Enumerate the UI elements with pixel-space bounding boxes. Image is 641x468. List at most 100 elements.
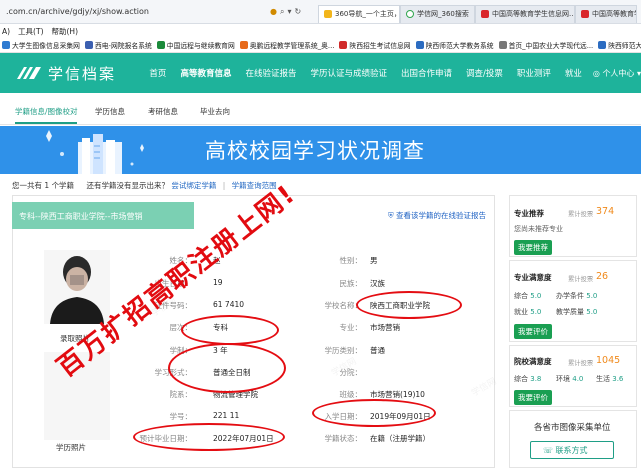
bind-record-link[interactable]: 尝试绑定学籍 xyxy=(171,181,216,190)
score-item: 办学条件 5.0 xyxy=(556,292,598,300)
favorite-item[interactable]: 陕西师范大学 xyxy=(598,40,641,50)
nav-home[interactable]: 首页 xyxy=(142,67,173,79)
tab-degree-info[interactable]: 学历信息 xyxy=(95,106,125,117)
nav-abroad[interactable]: 出国合作申请 xyxy=(394,67,459,79)
nav-higher-education[interactable]: 高等教育信息 xyxy=(173,67,238,79)
score-item: 综合 3.8 xyxy=(514,375,542,383)
recommend-button[interactable]: 我要推荐 xyxy=(514,240,552,255)
favorite-item[interactable]: 西电-网院报名系统 xyxy=(84,40,152,50)
verify-report-link[interactable]: ⛨ 查看该学籍的在线验证报告 xyxy=(388,210,486,221)
favorites-bar: 大学生图像信息采集网 西电-网院报名系统 中国远程与继续教育网 奥鹏远程教学管理… xyxy=(0,38,641,53)
user-center-menu[interactable]: ◎ 个人中心 ▾ xyxy=(593,68,641,79)
bookmark-icon xyxy=(498,41,507,49)
favorite-item[interactable]: 首页_中国农业大学现代远... xyxy=(498,40,593,50)
bookmark-icon xyxy=(156,41,165,49)
favorite-item[interactable]: 奥鹏远程教学管理系统_奥... xyxy=(239,40,334,50)
field-label-education-type: 学历类别： xyxy=(324,346,363,355)
bookmark-icon xyxy=(239,41,248,49)
chsi-icon xyxy=(581,10,589,18)
bookmark-icon xyxy=(2,41,10,49)
menu-item-tools[interactable]: 工具(T) xyxy=(18,26,43,37)
active-tab-indicator xyxy=(15,122,77,124)
record-summary: 您一共有 1 个学籍 还有学籍没有显示出来？ 尝试绑定学籍 | 学籍查询范围 xyxy=(12,181,277,190)
nav-online-report[interactable]: 在线验证报告 xyxy=(238,67,303,79)
nav-employment[interactable]: 就业 xyxy=(558,67,589,79)
school-satisfaction-count: 1045 xyxy=(596,355,621,366)
chsi-logo-icon xyxy=(17,67,41,79)
field-label-student-number: 学号： xyxy=(169,412,193,421)
record-header: 专科--陕西工商职业学院--市场营销 xyxy=(12,202,194,229)
refresh-icon[interactable]: ● xyxy=(270,7,277,16)
score-item: 生活 3.6 xyxy=(596,375,624,383)
main-nav: 首页 高等教育信息 在线验证报告 学历认证与成绩验证 出国合作申请 调查/投票 … xyxy=(142,67,588,79)
major-satisfaction-panel: 专业满意度 累计投票 26 综合 5.0 办学条件 5.0 就业 5.0 教学质… xyxy=(509,260,637,342)
field-label-major: 专业： xyxy=(339,323,363,332)
banner-illustration xyxy=(46,130,144,174)
bookmark-icon xyxy=(415,41,424,49)
field-value-education-type: 普通 xyxy=(370,346,385,355)
logo[interactable]: 学信档案 xyxy=(16,63,142,84)
tab-graduate-destination[interactable]: 毕业去向 xyxy=(200,106,230,117)
field-label-class: 班级： xyxy=(339,390,363,399)
site-nav: 学信档案 首页 高等教育信息 在线验证报告 学历认证与成绩验证 出国合作申请 调… xyxy=(0,53,641,93)
field-value-status: 在籍（注册学籍） xyxy=(370,434,430,443)
rate-school-button[interactable]: 我要评价 xyxy=(514,390,552,405)
survey-banner[interactable]: 高校校园学习状况调查 xyxy=(0,126,641,174)
field-label-school: 学校名称： xyxy=(324,301,363,310)
phone-icon: ☏ xyxy=(543,446,556,455)
field-label-status: 学籍状态： xyxy=(324,434,363,443)
bookmark-icon xyxy=(339,41,348,49)
bookmark-icon xyxy=(598,41,607,49)
field-label-gender: 性别： xyxy=(339,256,363,265)
field-value-birth: 19 xyxy=(213,278,223,287)
favorite-item[interactable]: 陕西师范大学教务系统 xyxy=(415,40,494,50)
tab-student-status[interactable]: 学籍信息/图像校对 xyxy=(15,106,78,117)
sub-nav: 学籍信息/图像校对 学历信息 考研信息 毕业去向 xyxy=(0,93,641,125)
nav-survey[interactable]: 调查/投票 xyxy=(459,67,510,79)
shield-icon: ⛨ xyxy=(388,211,397,220)
tab-postgrad-exam[interactable]: 考研信息 xyxy=(148,106,178,117)
url-field[interactable]: .com.cn/archive/gdjy/xj/show.action xyxy=(0,7,270,16)
tab-360-nav[interactable]: 360导航_一个主页，整个... xyxy=(318,4,400,23)
search-icon[interactable]: ⌕ xyxy=(280,7,284,17)
menu-bar: A) 工具(T) 帮助(H) xyxy=(0,24,641,38)
annotation-circle xyxy=(168,343,286,393)
field-label-ethnicity: 民族： xyxy=(339,279,363,288)
bookmark-icon xyxy=(84,41,93,49)
menu-item-help[interactable]: 帮助(H) xyxy=(52,26,79,37)
score-item: 就业 5.0 xyxy=(514,308,542,316)
search-engine-icon xyxy=(406,10,414,18)
address-tools: ● ⌕ ▾ ↻ xyxy=(270,7,318,17)
chsi-icon xyxy=(481,10,489,18)
favorite-item[interactable]: 大学生图像信息采集网 xyxy=(2,40,80,50)
nav-career-test[interactable]: 职业测评 xyxy=(510,67,558,79)
favorite-item[interactable]: 中国远程与继续教育网 xyxy=(156,40,235,50)
tab-chsi-2[interactable]: 中国高等教育学生 xyxy=(575,4,637,23)
annotation-circle xyxy=(312,399,436,427)
field-value-ethnicity: 汉族 xyxy=(370,279,385,288)
banner-title: 高校校园学习状况调查 xyxy=(205,139,425,163)
lock-icon: ▾ xyxy=(287,7,292,16)
field-value-id: 61 7410 xyxy=(213,300,245,309)
rate-major-button[interactable]: 我要评价 xyxy=(514,324,552,339)
tab-chsi[interactable]: 中国高等教育学生信息网... xyxy=(475,4,575,23)
tab-360-search[interactable]: 学信网_360搜索 xyxy=(400,4,475,23)
field-label-department: 院系： xyxy=(169,390,193,399)
favorite-item[interactable]: 陕西招生考试信息网 xyxy=(339,40,411,50)
annotation-circle xyxy=(181,315,279,345)
nav-certification[interactable]: 学历认证与成绩验证 xyxy=(303,67,394,79)
record-count: 1 xyxy=(44,181,50,190)
recommend-count: 374 xyxy=(596,206,615,217)
annotation-circle xyxy=(356,291,462,319)
degree-photo-label: 学历照片 xyxy=(56,443,86,452)
major-recommend-panel: 专业推荐 累计投票 374 您尚未推荐专业 我要推荐 xyxy=(509,195,637,257)
score-item: 环境 4.0 xyxy=(556,375,584,383)
field-value-major: 市场营销 xyxy=(370,323,400,332)
score-item: 教学质量 5.0 xyxy=(556,308,598,316)
user-icon: ◎ xyxy=(592,68,603,78)
reload-icon[interactable]: ↻ xyxy=(294,7,301,16)
contact-button[interactable]: ☏ 联系方式 xyxy=(530,441,614,459)
menu-item-prev[interactable]: A) xyxy=(2,27,10,36)
major-satisfaction-count: 26 xyxy=(596,271,609,282)
image-collection-panel: 各省市图像采集单位 ☏ 联系方式 xyxy=(509,410,637,468)
